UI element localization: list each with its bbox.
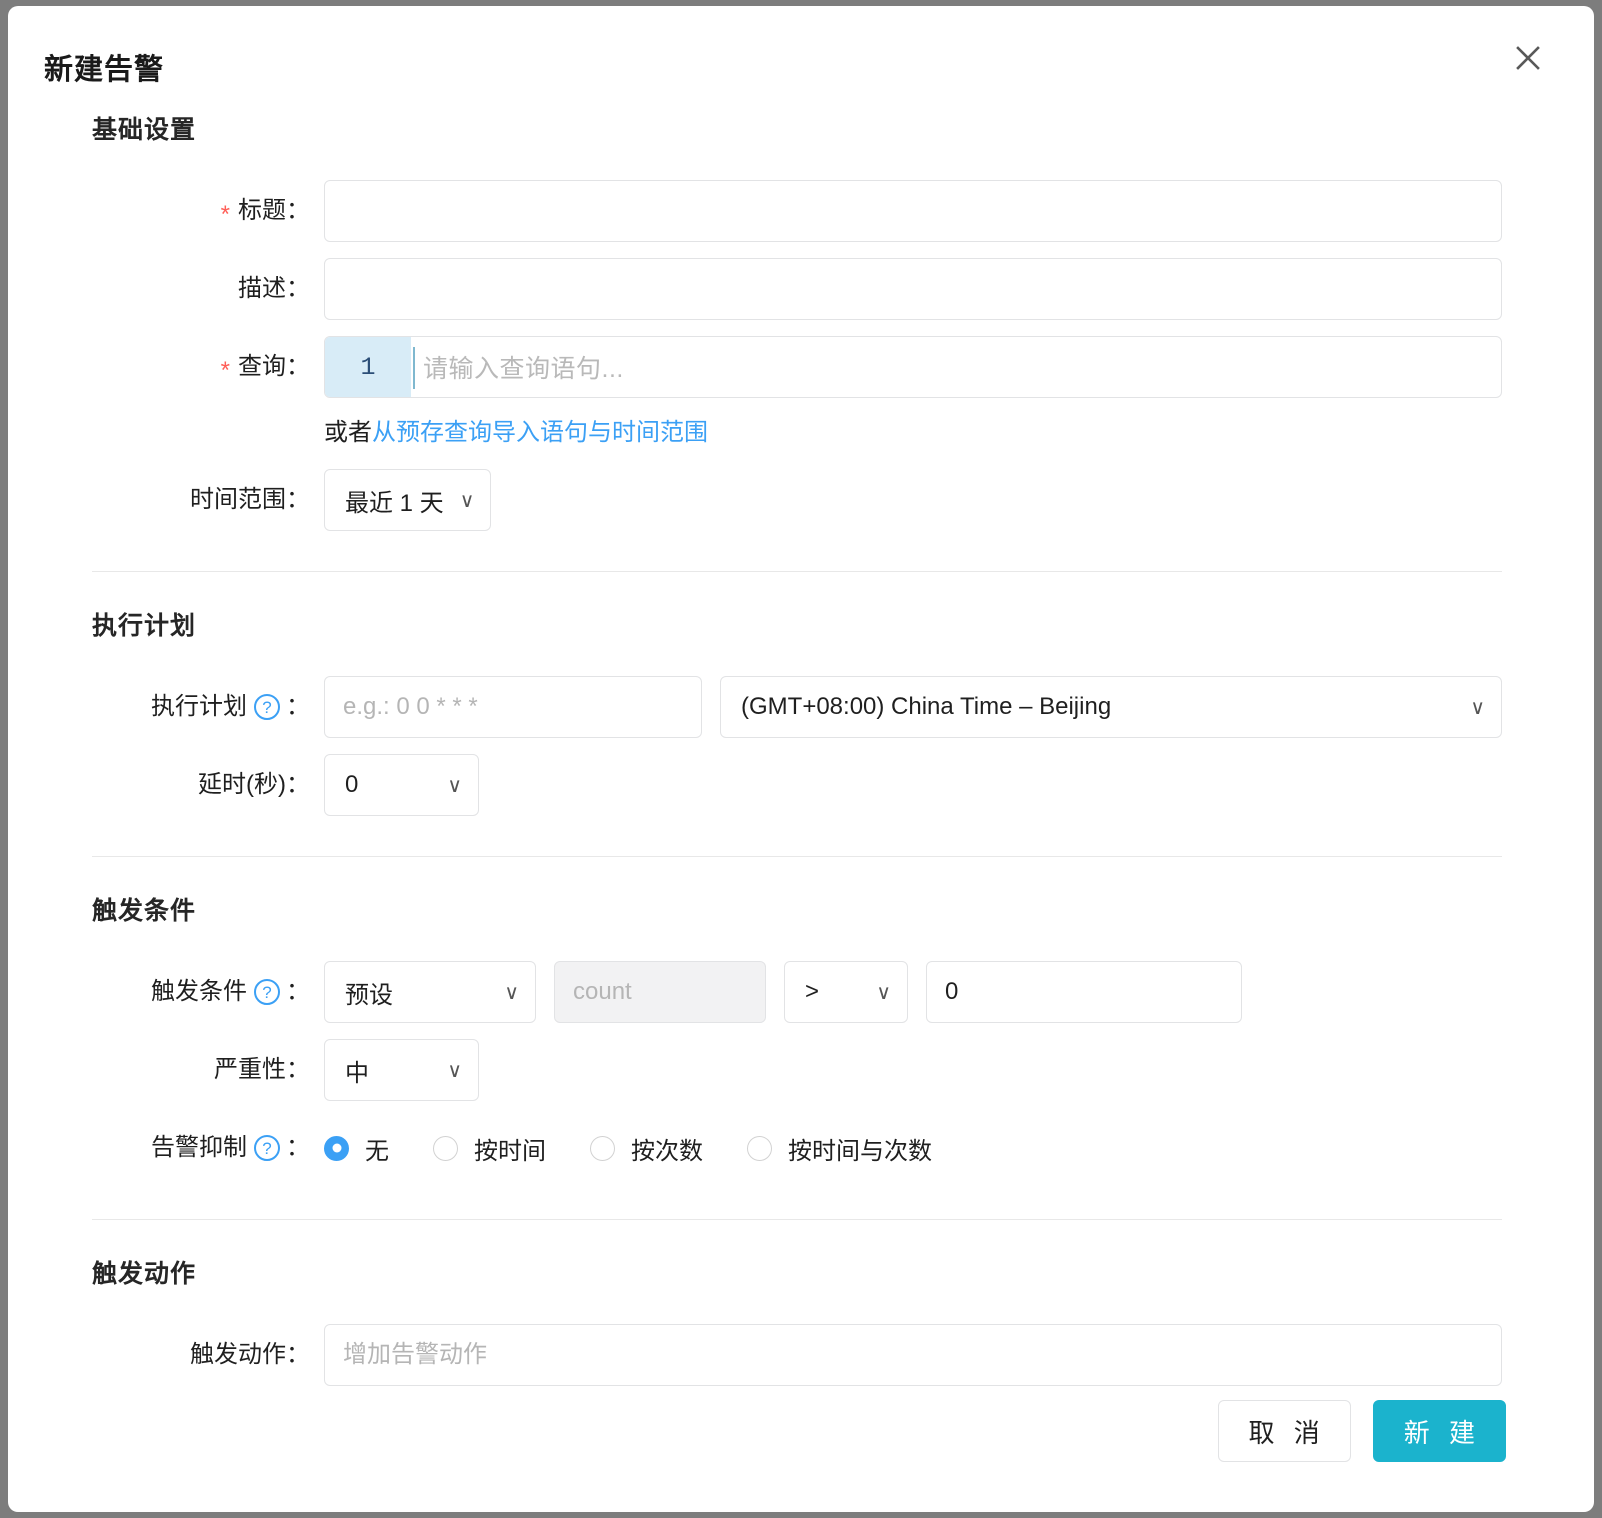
editor-line-number: 1 <box>325 337 411 397</box>
timezone-value: (GMT+08:00) China Time – Beijing <box>741 693 1112 720</box>
delay-select[interactable]: 0 ∨ <box>324 754 479 816</box>
operator-select[interactable]: > ∨ <box>784 961 908 1023</box>
create-button[interactable]: 新 建 <box>1372 1400 1506 1462</box>
suppression-option-by-time[interactable]: 按时间 <box>433 1131 546 1166</box>
timezone-select[interactable]: (GMT+08:00) China Time – Beijing ∨ <box>720 676 1502 738</box>
label-cron: 执行计划 ? ： <box>92 676 324 738</box>
label-cron-colon: ： <box>286 693 310 720</box>
suppression-option-label: 按次数 <box>631 1137 703 1165</box>
required-mark-query: * <box>220 357 230 384</box>
suppression-option-by-count[interactable]: 按次数 <box>590 1131 703 1166</box>
severity-value: 中 <box>345 1059 369 1087</box>
query-editor[interactable]: 1 请输入查询语句... <box>324 336 1502 398</box>
form-row-trigger-action: 触发动作： <box>92 1324 1502 1386</box>
label-severity: 严重性： <box>214 1056 310 1083</box>
delay-value: 0 <box>345 771 359 798</box>
chevron-down-icon: ∨ <box>876 980 891 1004</box>
label-description: 描述： <box>238 275 310 302</box>
form-row-trigger-condition: 触发条件 ? ： 预设 ∨ > ∨ <box>92 961 1502 1023</box>
required-mark-title: * <box>220 201 230 228</box>
label-delay: 延时(秒)： <box>198 771 310 798</box>
dialog-header: 新建告警 <box>8 6 1594 110</box>
suppression-option-by-time-and-count[interactable]: 按时间与次数 <box>747 1131 932 1166</box>
dialog-footer: 取 消 新 建 <box>1217 1400 1506 1462</box>
form-row-description: 描述： <box>92 258 1502 320</box>
label-trigger-condition: 触发条件 ? ： <box>92 961 324 1023</box>
chevron-down-icon: ∨ <box>1470 695 1485 719</box>
label-title-text: 标题： <box>238 197 310 224</box>
operator-value: > <box>805 978 820 1005</box>
section-divider-3 <box>92 1219 1502 1220</box>
section-title-trigger: 触发条件 <box>92 897 197 925</box>
suppression-option-label: 按时间 <box>474 1137 546 1165</box>
metric-input <box>554 961 766 1023</box>
radio-icon <box>433 1135 458 1161</box>
help-icon-trigger-condition[interactable]: ? <box>254 979 280 1005</box>
query-placeholder: 请输入查询语句... <box>423 355 624 383</box>
help-icon-cron[interactable]: ? <box>254 694 280 720</box>
form-row-suppression: 告警抑制 ? ： 无 按时间 按次数 按时间与次数 <box>92 1117 1502 1179</box>
import-preset-query-link[interactable]: 从预存查询导入语句与时间范围 <box>372 419 708 446</box>
label-trigger-condition-colon: ： <box>286 978 310 1005</box>
severity-select[interactable]: 中 ∨ <box>324 1039 479 1101</box>
radio-icon <box>590 1135 615 1161</box>
threshold-input[interactable] <box>926 961 1242 1023</box>
form-row-query: * 查询： 1 请输入查询语句... 或者从预存查询导入语句与时间范围 <box>92 336 1502 447</box>
label-suppression-colon: ： <box>286 1134 310 1161</box>
form-row-delay: 延时(秒)： 0 ∨ <box>92 754 1502 816</box>
help-icon-suppression[interactable]: ? <box>254 1135 280 1161</box>
condition-mode-select[interactable]: 预设 ∨ <box>324 961 536 1023</box>
title-input[interactable] <box>324 180 1502 242</box>
label-title: * 标题： <box>92 180 324 242</box>
dialog-title: 新建告警 <box>44 54 165 86</box>
import-hint: 或者从预存查询导入语句与时间范围 <box>324 412 1502 447</box>
chevron-down-icon: ∨ <box>504 980 519 1004</box>
section-title-basic: 基础设置 <box>92 116 197 144</box>
label-query: * 查询： <box>92 336 324 398</box>
section-title-schedule: 执行计划 <box>92 612 197 640</box>
condition-mode-value: 预设 <box>345 981 393 1009</box>
label-trigger-action: 触发动作： <box>190 1341 310 1368</box>
editor-text-area[interactable]: 请输入查询语句... <box>411 337 1501 397</box>
cancel-button[interactable]: 取 消 <box>1217 1400 1351 1462</box>
radio-icon <box>324 1135 349 1161</box>
trigger-action-input[interactable] <box>324 1324 1502 1386</box>
chevron-down-icon: ∨ <box>447 773 462 797</box>
section-divider-2 <box>92 856 1502 857</box>
radio-icon <box>747 1135 772 1161</box>
label-time-range: 时间范围： <box>190 486 310 513</box>
chevron-down-icon: ∨ <box>459 488 475 512</box>
chevron-down-icon: ∨ <box>447 1058 462 1082</box>
suppression-option-none[interactable]: 无 <box>324 1131 389 1166</box>
suppression-radio-group: 无 按时间 按次数 按时间与次数 <box>324 1117 932 1179</box>
cron-input[interactable] <box>324 676 702 738</box>
form-row-time-range: 时间范围： 最近 1 天 ∨ <box>92 469 1502 531</box>
label-trigger-condition-text: 触发条件 <box>151 978 247 1005</box>
new-alert-dialog: 新建告警 基础设置 * 标题： 描述： * 查询： 1 请输入查询语句... 或… <box>8 6 1594 1512</box>
label-cron-text: 执行计划 <box>151 693 247 720</box>
form-row-title: * 标题： <box>92 180 1502 242</box>
suppression-option-label: 按时间与次数 <box>788 1137 932 1165</box>
time-range-select[interactable]: 最近 1 天 ∨ <box>324 469 492 531</box>
description-input[interactable] <box>324 258 1502 320</box>
label-query-text: 查询： <box>238 353 310 380</box>
close-icon[interactable] <box>1508 38 1548 78</box>
import-hint-prefix: 或者 <box>324 419 372 446</box>
time-range-value: 最近 1 天 <box>345 489 444 517</box>
label-suppression-text: 告警抑制 <box>151 1134 247 1161</box>
suppression-option-label: 无 <box>365 1137 389 1165</box>
label-suppression: 告警抑制 ? ： <box>92 1117 324 1179</box>
dialog-body: 基础设置 * 标题： 描述： * 查询： 1 请输入查询语句... 或者从预存查… <box>8 110 1594 1386</box>
text-caret <box>413 347 415 389</box>
section-divider-1 <box>92 571 1502 572</box>
form-row-cron: 执行计划 ? ： (GMT+08:00) China Time – Beijin… <box>92 676 1502 738</box>
section-title-actions: 触发动作 <box>92 1260 197 1288</box>
form-row-severity: 严重性： 中 ∨ <box>92 1039 1502 1101</box>
